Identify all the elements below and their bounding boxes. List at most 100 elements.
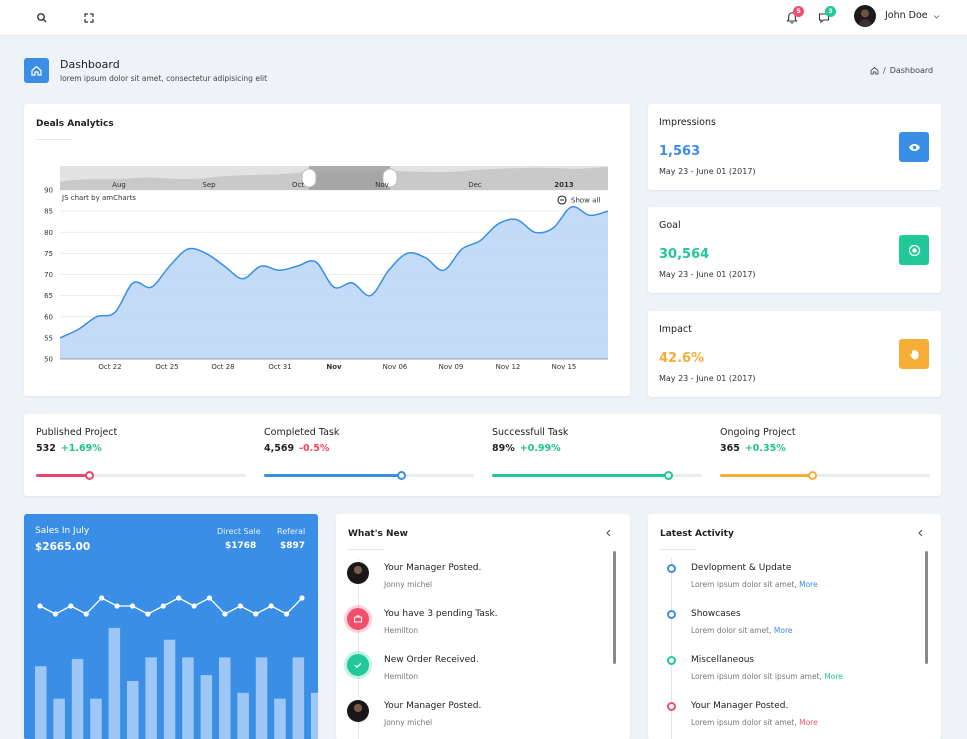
scrollbar-label: Aug: [112, 181, 126, 189]
sales-bar: [163, 639, 176, 739]
breadcrumb: / Dashboard: [870, 66, 933, 75]
y-tick-label: 70: [44, 271, 53, 279]
latest-activity-timeline-line: [671, 558, 672, 739]
progress-knob[interactable]: [84, 471, 94, 480]
activity-title[interactable]: Showcases: [691, 609, 741, 619]
sales-bar: [255, 657, 268, 739]
activity-text: Lorem ipsum dolor sit amet,: [691, 718, 800, 727]
progress-label: Completed Task: [264, 427, 340, 438]
messages-button[interactable]: 3: [817, 6, 836, 25]
activity-dot: [667, 610, 676, 619]
impact-label: Impact: [659, 324, 692, 335]
user-avatar[interactable]: [854, 5, 876, 27]
activity-more-link[interactable]: More: [774, 626, 793, 635]
impact-hand-button[interactable]: [899, 339, 929, 369]
progress-value: 365 +0.35%: [720, 443, 786, 454]
scrollbar-label: Nov: [375, 181, 389, 189]
breadcrumb-separator: /: [883, 66, 886, 75]
feed-item-title[interactable]: New Order Received.: [384, 655, 479, 665]
whats-new-scrollbar[interactable]: [613, 551, 616, 664]
latest-activity-title: Latest Activity: [660, 529, 734, 539]
person-avatar[interactable]: [347, 562, 369, 584]
y-tick-label: 85: [44, 208, 53, 216]
latest-activity-collapse-icon[interactable]: [917, 529, 924, 537]
impact-range: May 23 - June 01 (2017): [659, 374, 756, 383]
x-tick-label: Oct 31: [268, 363, 291, 371]
feed-item-title[interactable]: You have 3 pending Task.: [384, 609, 498, 619]
progress-value: 89% +0.99%: [492, 443, 561, 454]
sales-line-point: [160, 603, 166, 609]
goal-card: Goal 30,564 May 23 - June 01 (2017): [648, 207, 941, 293]
briefcase-icon[interactable]: [347, 608, 369, 630]
sales-line-point: [37, 603, 43, 609]
feed-item-title[interactable]: Your Manager Posted.: [384, 563, 481, 573]
goal-target-button[interactable]: [899, 235, 929, 265]
progress-knob[interactable]: [664, 471, 674, 480]
progress-number: 532: [36, 443, 56, 454]
sales-line-point: [299, 595, 305, 601]
activity-more-link[interactable]: More: [799, 718, 818, 727]
activity-title[interactable]: Miscellaneous: [691, 655, 754, 665]
scrollbar-label: 2013: [554, 181, 574, 189]
chart-scrollbar[interactable]: Aug Sep Oct Nov Dec 2013: [60, 166, 608, 190]
y-tick-label: 55: [44, 334, 53, 342]
person-avatar[interactable]: [347, 700, 369, 722]
activity-title[interactable]: Devlopment & Update: [691, 563, 791, 573]
impressions-range: May 23 - June 01 (2017): [659, 167, 756, 176]
progress-knob[interactable]: [808, 471, 818, 480]
chevron-down-icon[interactable]: [933, 14, 940, 20]
user-name[interactable]: John Doe: [885, 10, 928, 21]
impressions-view-button[interactable]: [899, 132, 929, 162]
x-tick-label: Oct 28: [211, 363, 234, 371]
show-all-button[interactable]: Show all: [557, 195, 600, 205]
page-subtitle: lorem ipsum dolor sit amet, consectetur …: [60, 74, 268, 83]
progress-change: +0.35%: [744, 443, 786, 454]
progress-change: +1.69%: [60, 443, 102, 454]
sales-line-point: [129, 603, 136, 609]
y-tick-label: 80: [44, 229, 53, 237]
scrollbar-left-grip[interactable]: [301, 168, 317, 188]
area-fill: [60, 206, 608, 359]
progress-card: Published Project 532 +1.69% Completed Task…: [24, 414, 941, 496]
feed-item-author: Jonny michel: [384, 718, 433, 727]
show-all-label: Show all: [571, 197, 600, 205]
sales-bar: [108, 627, 121, 739]
progress-track: [36, 471, 246, 480]
progress-fill: [720, 474, 813, 477]
progress-track: [264, 471, 474, 480]
amcharts-credit: JS chart by amCharts: [61, 194, 136, 202]
progress-knob[interactable]: [396, 471, 406, 480]
fullscreen-icon[interactable]: [81, 10, 97, 26]
progress-number: 89%: [492, 443, 515, 454]
sales-bar: [71, 658, 84, 739]
hand-icon: [909, 349, 918, 359]
messages-badge: 3: [825, 6, 836, 17]
y-tick-label: 75: [44, 250, 53, 258]
sales-bar: [35, 666, 47, 739]
activity-more-link[interactable]: More: [824, 672, 843, 681]
feed-item-title[interactable]: Your Manager Posted.: [384, 701, 481, 711]
sales-bar: [127, 681, 139, 739]
activity-title[interactable]: Your Manager Posted.: [691, 701, 788, 711]
notifications-button[interactable]: 5: [785, 6, 804, 25]
sales-bar: [219, 657, 231, 739]
sales-line-point: [176, 595, 182, 601]
latest-activity-scrollbar[interactable]: [925, 551, 928, 664]
whats-new-collapse-icon[interactable]: [605, 529, 612, 537]
sales-line-point: [283, 611, 290, 617]
notifications-badge: 5: [793, 6, 804, 17]
page-home-icon: [24, 58, 49, 83]
breadcrumb-home-icon[interactable]: [870, 66, 879, 75]
sales-bar: [90, 698, 102, 739]
top-bar: 5 3 John Doe: [0, 0, 967, 36]
progress-fill: [36, 474, 89, 477]
sales-line-point: [99, 595, 105, 601]
check-icon[interactable]: [347, 654, 369, 676]
activity-description: Lorem ipsum dolor sit amet, More: [691, 718, 818, 727]
progress-label: Successfull Task: [492, 427, 569, 438]
activity-more-link[interactable]: More: [799, 580, 818, 589]
y-tick-label: 50: [44, 356, 53, 364]
x-tick-label: Nov 12: [496, 363, 521, 371]
search-icon[interactable]: [34, 10, 50, 26]
sales-bar: [274, 698, 286, 739]
